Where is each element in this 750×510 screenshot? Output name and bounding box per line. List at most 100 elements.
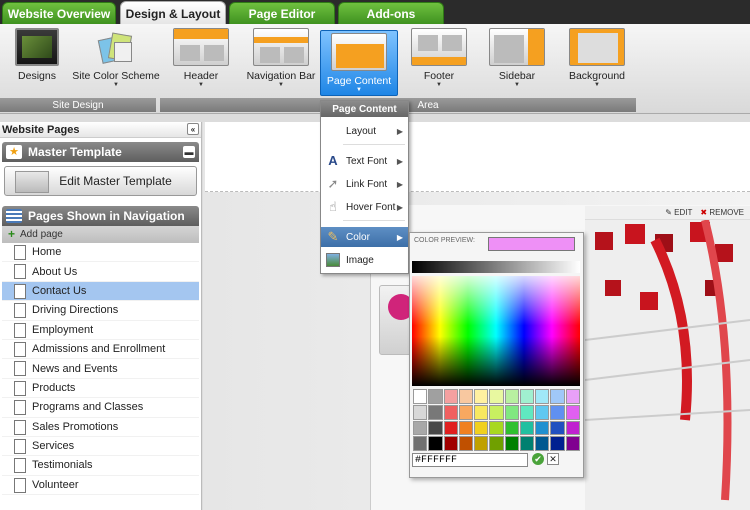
- page-item-testimonials[interactable]: Testimonials: [2, 456, 199, 476]
- color-swatch[interactable]: [413, 389, 428, 404]
- color-swatch[interactable]: [565, 420, 580, 436]
- collapse-icon[interactable]: «: [187, 123, 199, 135]
- color-swatch[interactable]: [458, 436, 474, 451]
- add-page-button[interactable]: + Add page: [2, 226, 199, 243]
- page-item-sales-promotions[interactable]: Sales Promotions: [2, 418, 199, 437]
- background-button[interactable]: Background ▼: [564, 28, 630, 94]
- color-swatch[interactable]: [550, 404, 565, 420]
- header-button[interactable]: Header ▼: [170, 28, 232, 94]
- page-item-admissions-enrollment[interactable]: Admissions and Enrollment: [2, 340, 199, 360]
- color-swatch[interactable]: [519, 420, 535, 436]
- color-swatch[interactable]: [489, 404, 504, 420]
- color-swatch[interactable]: [550, 420, 565, 436]
- edit-link[interactable]: ✎ EDIT: [665, 208, 692, 217]
- page-item-contact-us[interactable]: Contact Us: [2, 281, 199, 302]
- star-template-icon: ★: [6, 145, 22, 159]
- confirm-check-icon[interactable]: ✔: [532, 453, 544, 465]
- menu-label: Text Font: [346, 155, 388, 167]
- color-swatch[interactable]: [474, 389, 489, 404]
- color-swatch[interactable]: [458, 389, 474, 404]
- menu-item-image[interactable]: Image: [321, 250, 408, 270]
- color-swatch[interactable]: [550, 436, 565, 451]
- navigation-pages-section[interactable]: Pages Shown in Navigation: [2, 206, 199, 226]
- minimize-icon[interactable]: ▬: [183, 146, 195, 158]
- color-swatch[interactable]: [428, 404, 443, 420]
- grayscale-slider[interactable]: [412, 261, 580, 273]
- color-swatch[interactable]: [474, 404, 489, 420]
- dropdown-arrow-icon: ▼: [514, 82, 520, 88]
- designs-button[interactable]: Designs: [6, 28, 68, 94]
- color-swatch[interactable]: [428, 436, 443, 451]
- color-swatch[interactable]: [504, 420, 519, 436]
- hex-color-input[interactable]: [412, 453, 528, 467]
- color-swatch[interactable]: [413, 420, 428, 436]
- color-swatch[interactable]: [535, 420, 550, 436]
- color-swatch[interactable]: [443, 404, 458, 420]
- color-swatch[interactable]: [550, 389, 565, 404]
- cancel-x-icon[interactable]: ✕: [547, 453, 559, 465]
- color-swatch[interactable]: [565, 404, 580, 420]
- menu-item-color[interactable]: ✎ Color ▶: [321, 227, 408, 247]
- color-swatch[interactable]: [535, 389, 550, 404]
- remove-link[interactable]: ✖ REMOVE: [700, 208, 744, 217]
- color-swatch[interactable]: [489, 420, 504, 436]
- menu-item-link-font[interactable]: ➚ Link Font ▶: [321, 174, 408, 194]
- header-layout-icon: [173, 28, 229, 66]
- color-swatch[interactable]: [535, 436, 550, 451]
- color-swatch[interactable]: [443, 389, 458, 404]
- color-swatch[interactable]: [458, 420, 474, 436]
- edit-master-template-button[interactable]: Edit Master Template: [4, 166, 197, 196]
- color-swatch[interactable]: [489, 436, 504, 451]
- page-content-button[interactable]: Page Content ▼: [320, 30, 398, 96]
- color-swatch[interactable]: [443, 420, 458, 436]
- color-swatch[interactable]: [504, 436, 519, 451]
- color-swatch[interactable]: [428, 420, 443, 436]
- background-layout-icon: [569, 28, 625, 66]
- color-swatch[interactable]: [519, 404, 535, 420]
- color-swatch[interactable]: [413, 436, 428, 451]
- color-swatch[interactable]: [504, 389, 519, 404]
- color-swatch[interactable]: [504, 404, 519, 420]
- color-swatch[interactable]: [535, 404, 550, 420]
- menu-item-hover-font[interactable]: ☝ Hover Font ▶: [321, 197, 408, 217]
- dropdown-arrow-icon: ▼: [436, 82, 442, 88]
- page-item-driving-directions[interactable]: Driving Directions: [2, 301, 199, 321]
- tab-add-ons[interactable]: Add-ons: [338, 2, 444, 24]
- menu-item-layout[interactable]: Layout ▶: [321, 121, 408, 141]
- page-item-programs-classes[interactable]: Programs and Classes: [2, 398, 199, 418]
- navigation-bar-button[interactable]: Navigation Bar ▼: [246, 28, 316, 94]
- page-item-products[interactable]: Products: [2, 379, 199, 399]
- color-swatch[interactable]: [474, 436, 489, 451]
- color-swatch[interactable]: [565, 436, 580, 451]
- page-item-news-events[interactable]: News and Events: [2, 359, 199, 379]
- menu-item-text-font[interactable]: A Text Font ▶: [321, 151, 408, 171]
- color-swatch[interactable]: [519, 436, 535, 451]
- color-swatch[interactable]: [565, 389, 580, 404]
- page-item-about-us[interactable]: About Us: [2, 262, 199, 282]
- tab-website-overview[interactable]: Website Overview: [2, 2, 116, 24]
- color-swatch[interactable]: [489, 389, 504, 404]
- page-icon: [14, 380, 26, 396]
- color-spectrum[interactable]: [412, 276, 580, 386]
- site-color-scheme-button[interactable]: Site Color Scheme ▼: [72, 28, 160, 94]
- page-item-employment[interactable]: Employment: [2, 321, 199, 340]
- master-template-section[interactable]: ★ Master Template ▬: [2, 142, 199, 162]
- page-item-home[interactable]: Home: [2, 243, 199, 263]
- tab-design-layout[interactable]: Design & Layout: [120, 1, 226, 25]
- pencil-icon: ✎: [665, 208, 672, 217]
- sidebar-button[interactable]: Sidebar ▼: [486, 28, 548, 94]
- color-swatch[interactable]: [443, 436, 458, 451]
- content-block-top[interactable]: [205, 122, 750, 192]
- page-item-volunteer[interactable]: Volunteer: [2, 476, 199, 496]
- color-swatch[interactable]: [413, 404, 428, 420]
- navigation-bar-label: Navigation Bar: [246, 70, 316, 82]
- color-swatch[interactable]: [474, 420, 489, 436]
- section-title: Master Template: [28, 145, 122, 159]
- color-swatch[interactable]: [428, 389, 443, 404]
- footer-label: Footer: [423, 70, 455, 82]
- color-swatch[interactable]: [519, 389, 535, 404]
- color-swatch[interactable]: [458, 404, 474, 420]
- footer-button[interactable]: Footer ▼: [408, 28, 470, 94]
- page-item-services[interactable]: Services: [2, 437, 199, 457]
- tab-page-editor[interactable]: Page Editor: [229, 2, 335, 24]
